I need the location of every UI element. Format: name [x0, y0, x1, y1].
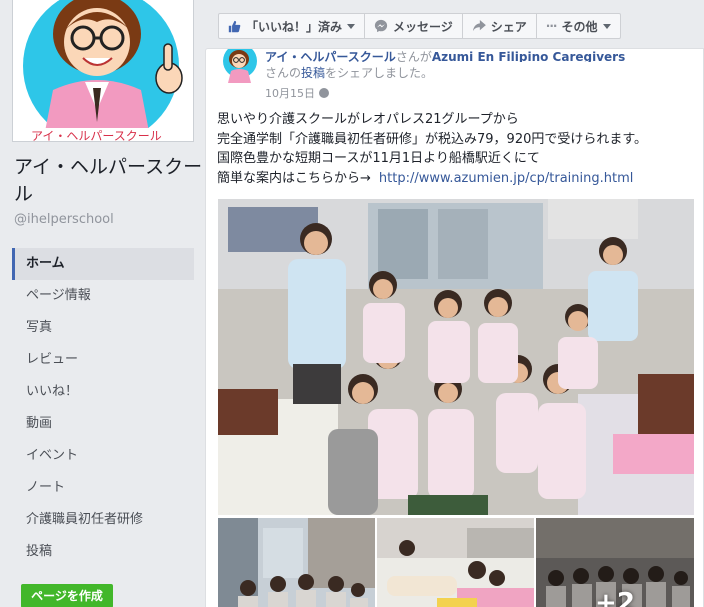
care-practice-photo — [377, 518, 534, 607]
page-nav: ホーム ページ情報 写真 レビュー いいね！ 動画 イベント ノート 介護職員初… — [12, 248, 194, 568]
liked-label: 「いいね！」済み — [246, 19, 343, 34]
shared-from-link[interactable]: Azumi En Filipino Caregivers — [432, 50, 625, 62]
share-label: シェア — [490, 19, 527, 34]
more-label: その他 — [561, 19, 598, 34]
post-header-line1: アイ・ヘルパースクールさんがAzumi En Filipino Caregive… — [265, 48, 695, 62]
nav-item-photos[interactable]: 写真 — [12, 312, 194, 344]
group-photo-classroom — [218, 199, 694, 515]
create-page-button[interactable]: ページを作成 — [21, 584, 113, 607]
post-thumbnail-street-group[interactable] — [218, 518, 375, 607]
post-text-line: 完全通学制「介護職員初任者研修」が税込み79，920円で受けられます。 — [217, 131, 648, 147]
more-button[interactable]: ··· その他 — [536, 13, 621, 39]
messenger-icon — [374, 19, 388, 33]
original-post-link[interactable]: 投稿 — [301, 66, 325, 80]
nav-item-home[interactable]: ホーム — [12, 248, 194, 280]
chevron-down-icon — [602, 23, 611, 29]
post-main-photo[interactable] — [218, 199, 694, 515]
author-avatar-image — [220, 49, 260, 83]
nav-item-reviews[interactable]: レビュー — [12, 344, 194, 376]
post-thumbnail-care-practice[interactable] — [377, 518, 534, 607]
share-button[interactable]: シェア — [462, 13, 537, 39]
profile-picture[interactable]: アイ・ヘルパースクール — [12, 0, 194, 142]
post-text-line: 簡単な案内はこちらから→ — [217, 170, 371, 186]
post-text-line: 思いやり介護スクールがレオパレス21グループから — [217, 112, 519, 127]
post-text-line-with-link: 簡単な案内はこちらから→ http://www.azumien.jp/cp/tra… — [217, 169, 697, 189]
message-button[interactable]: メッセージ — [365, 13, 463, 39]
profile-illustration: アイ・ヘルパースクール — [13, 0, 193, 142]
more-photos-count: +2 — [595, 588, 635, 607]
post-text-line: 国際色豊かな短期コースが11月1日より船橋駅近くにて — [217, 151, 540, 166]
nav-item-videos[interactable]: 動画 — [12, 408, 194, 440]
nav-item-posts[interactable]: 投稿 — [12, 536, 194, 568]
post-date-text: 10月15日 — [265, 87, 315, 100]
training-url-link[interactable]: http://www.azumien.jp/cp/training.html — [379, 171, 633, 186]
post-body: 思いやり介護スクールがレオパレス21グループから 完全通学制「介護職員初任者研修… — [217, 110, 697, 188]
post-thumbnail-more-photos[interactable]: +2 — [536, 518, 694, 607]
page-action-bar: 「いいね！」済み メッセージ シェア ··· その他 — [218, 13, 621, 39]
post-header-line2: さんの投稿をシェアしました。 — [265, 64, 433, 81]
share-arrow-icon — [472, 20, 486, 32]
post-header-conjunction: さんが — [395, 50, 432, 62]
liked-button[interactable]: 「いいね！」済み — [218, 13, 366, 39]
nav-item-likes[interactable]: いいね！ — [12, 376, 194, 408]
post-card: アイ・ヘルパースクールさんがAzumi En Filipino Caregive… — [205, 48, 704, 607]
chevron-down-icon — [347, 23, 356, 29]
message-label: メッセージ — [393, 19, 453, 34]
header-line2-prefix: さんの — [265, 66, 302, 80]
page-title: アイ・ヘルパースクール — [14, 156, 203, 205]
post-author-link[interactable]: アイ・ヘルパースクール — [265, 50, 396, 62]
nav-item-about[interactable]: ページ情報 — [12, 280, 194, 312]
nav-item-caregiver-training[interactable]: 介護職員初任者研修 — [12, 504, 194, 536]
profile-caption: アイ・ヘルパースクール — [31, 129, 162, 142]
header-line2-suffix: をシェアしました。 — [325, 66, 434, 80]
thumbs-up-icon — [228, 20, 241, 32]
nav-item-events[interactable]: イベント — [12, 440, 194, 472]
nav-item-notes[interactable]: ノート — [12, 472, 194, 504]
globe-icon — [319, 88, 329, 98]
more-dots-icon: ··· — [545, 19, 558, 33]
street-group-photo — [218, 518, 375, 607]
post-timestamp[interactable]: 10月15日 — [265, 85, 329, 101]
page-handle[interactable]: @ihelperschool — [14, 212, 114, 227]
post-author-avatar[interactable] — [220, 49, 260, 83]
